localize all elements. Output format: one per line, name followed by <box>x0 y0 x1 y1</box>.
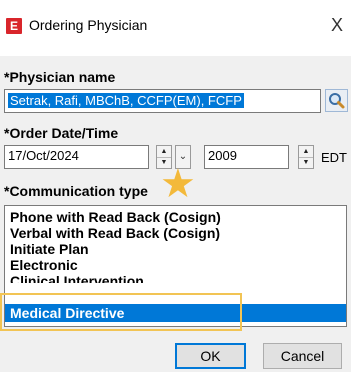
timezone-label: EDT <box>321 150 347 165</box>
communication-type-label: *Communication type <box>4 183 148 199</box>
highlight-box <box>0 293 242 331</box>
chevron-down-icon: ⌄ <box>178 151 188 162</box>
cancel-button[interactable]: Cancel <box>263 343 342 369</box>
list-item[interactable]: Clinical Intervention <box>5 273 346 283</box>
physician-name-field[interactable]: Setrak, Rafi, MBChB, CCFP(EM), FCFP <box>4 89 321 113</box>
order-datetime-label: *Order Date/Time <box>4 125 119 141</box>
order-date-field[interactable]: 17/Oct/2024 <box>4 145 149 169</box>
list-item[interactable]: Initiate Plan <box>5 241 346 257</box>
background-window-strip: ~~~~~~~~~~~~~~~~~~~~~~~~~~~~ <box>0 0 351 8</box>
physician-name-value: Setrak, Rafi, MBChB, CCFP(EM), FCFP <box>8 93 244 108</box>
time-spin-down-icon[interactable]: ▼ <box>299 157 313 168</box>
order-time-field[interactable]: 2009 <box>204 145 289 169</box>
list-item[interactable]: Phone with Read Back (Cosign) <box>5 209 346 225</box>
list-item[interactable]: Verbal with Read Back (Cosign) <box>5 225 346 241</box>
search-icon <box>329 93 345 109</box>
ok-button[interactable]: OK <box>175 343 246 369</box>
window-title: Ordering Physician <box>29 17 148 33</box>
time-spinner[interactable]: ▲ ▼ <box>298 145 314 169</box>
physician-name-label: *Physician name <box>4 69 116 85</box>
app-icon: E <box>6 18 22 34</box>
list-item[interactable]: Electronic <box>5 257 346 273</box>
close-button[interactable]: X <box>324 14 350 36</box>
physician-search-button[interactable] <box>325 89 348 112</box>
star-icon: ★ <box>160 162 196 206</box>
background-window-text: ~~~~~~~~~~~~~~~~~~~~~~~~~~~~ <box>62 0 286 5</box>
